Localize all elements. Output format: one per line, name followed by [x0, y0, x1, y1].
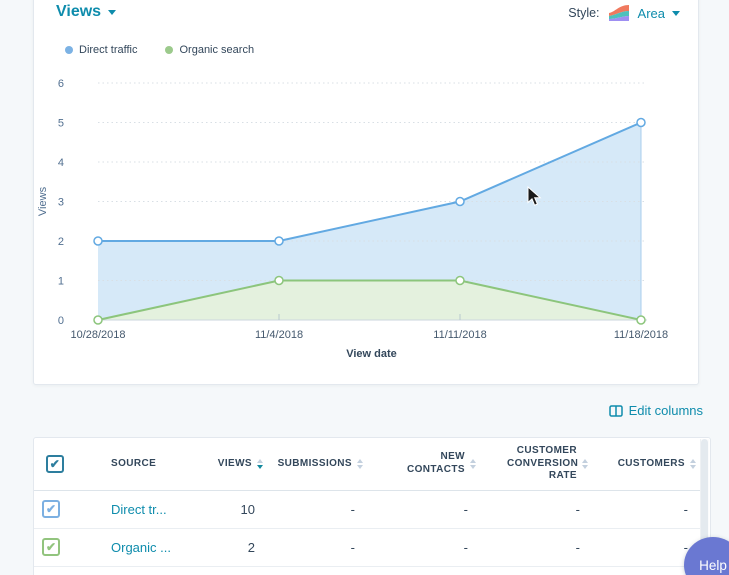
row-checkbox[interactable]: ✔ [42, 538, 60, 556]
new-contacts-value: - [367, 490, 480, 528]
edit-columns-label: Edit columns [629, 403, 703, 418]
column-header-views[interactable]: VIEWS [192, 438, 267, 490]
legend-item-direct-traffic[interactable]: Direct traffic [65, 44, 137, 56]
source-link[interactable]: Organic ... [111, 540, 171, 555]
customers-value: - [592, 490, 700, 528]
submissions-value: - [267, 490, 367, 528]
source-link[interactable]: Direct tr... [111, 502, 167, 517]
column-header-customer-conversion-rate[interactable]: CUSTOMER CONVERSION RATE [480, 438, 592, 490]
views-value: 10 [192, 490, 267, 528]
views-area-chart: 0 1 2 3 4 5 6 Views 10/28/2018 11/4/2018 11/11/201… [34, 61, 700, 371]
column-header-customers[interactable]: CUSTOMERS [592, 438, 700, 490]
x-tick-label: 10/28/2018 [70, 329, 125, 341]
legend-label: Organic search [179, 44, 254, 56]
row-checkbox[interactable]: ✔ [42, 500, 60, 518]
y-tick-label: 6 [58, 78, 64, 90]
sources-table-card: ✔ SOURCE VIEWS SUBMISSIONS [33, 437, 711, 575]
x-tick-label: 11/4/2018 [255, 329, 303, 341]
views-chart-card: Views Style: Area Direct traffic Organ [33, 0, 699, 385]
y-tick-label: 1 [58, 276, 64, 288]
conversion-rate-value: - [480, 490, 592, 528]
sort-arrows-icon[interactable] [582, 459, 588, 469]
data-point [637, 316, 645, 324]
table-header-row: ✔ SOURCE VIEWS SUBMISSIONS [34, 438, 700, 490]
x-axis-title: View date [346, 348, 397, 360]
sort-arrows-icon[interactable] [257, 459, 263, 469]
style-label: Style: [568, 6, 599, 20]
chart-style-control: Style: Area [568, 4, 680, 22]
legend-label: Direct traffic [79, 44, 137, 56]
table-row: ✔ Organic ... 2 - - - - [34, 528, 700, 566]
y-tick-label: 0 [58, 315, 64, 327]
chart-legend: Direct traffic Organic search [65, 44, 254, 56]
data-point [94, 316, 102, 324]
column-header-new-contacts[interactable]: NEW CONTACTS [367, 438, 480, 490]
y-tick-label: 4 [58, 157, 64, 169]
sort-arrows-icon[interactable] [357, 459, 363, 469]
data-point [456, 198, 464, 206]
chevron-down-icon [108, 10, 116, 15]
views-value: 2 [192, 528, 267, 566]
data-point [637, 119, 645, 127]
y-tick-label: 5 [58, 118, 64, 130]
y-tick-label: 3 [58, 197, 64, 209]
style-area-dropdown[interactable]: Area [638, 6, 680, 21]
sources-table: ✔ SOURCE VIEWS SUBMISSIONS [34, 438, 700, 567]
column-header-submissions[interactable]: SUBMISSIONS [267, 438, 367, 490]
data-point [94, 237, 102, 245]
data-point [275, 237, 283, 245]
chevron-down-icon [672, 11, 680, 16]
sort-arrows-icon[interactable] [470, 459, 476, 469]
legend-item-organic-search[interactable]: Organic search [165, 44, 254, 56]
help-label: Help [699, 558, 727, 573]
y-tick-label: 2 [58, 236, 64, 248]
views-title-label: Views [56, 3, 101, 21]
select-all-checkbox[interactable]: ✔ [46, 455, 64, 473]
conversion-rate-value: - [480, 528, 592, 566]
new-contacts-value: - [367, 528, 480, 566]
submissions-value: - [267, 528, 367, 566]
data-point [456, 277, 464, 285]
style-value-label: Area [638, 6, 665, 21]
report-screen: Views Style: Area Direct traffic Organ [0, 0, 729, 575]
x-tick-label: 11/18/2018 [614, 329, 668, 341]
table-row: ✔ Direct tr... 10 - - - - [34, 490, 700, 528]
x-tick-label: 11/11/2018 [433, 329, 486, 341]
edit-columns-link[interactable]: Edit columns [609, 403, 703, 418]
views-title-dropdown[interactable]: Views [56, 3, 116, 21]
stacked-area-icon [608, 4, 630, 22]
columns-icon [609, 405, 623, 417]
data-point [275, 277, 283, 285]
sort-arrows-icon[interactable] [690, 459, 696, 469]
legend-dot-green [165, 46, 173, 54]
legend-dot-blue [65, 46, 73, 54]
y-axis-title: Views [37, 186, 49, 216]
column-header-source: SOURCE [80, 438, 192, 490]
